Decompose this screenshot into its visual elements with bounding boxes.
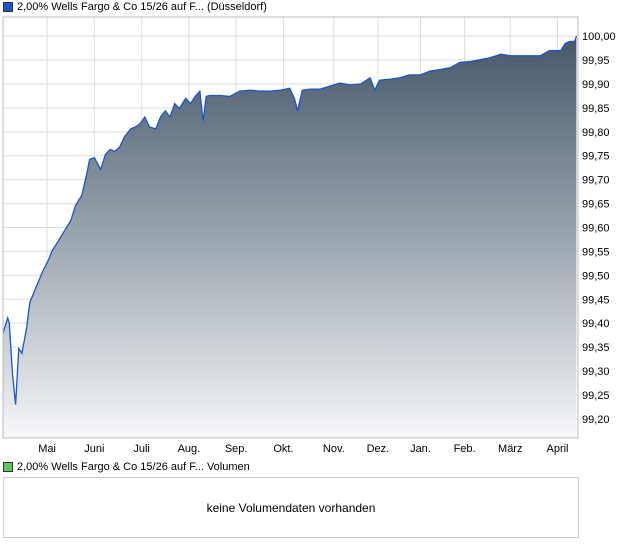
chart-widget: 2,00% Wells Fargo & Co 15/26 auf F... (D… bbox=[0, 0, 620, 546]
y-tick-label: 99,80 bbox=[582, 127, 610, 139]
price-chart: 100,00 99,95 99,90 99,85 99,80 99,75 99,70 99,6… bbox=[2, 16, 616, 455]
y-tick-label: 99,55 bbox=[582, 246, 610, 258]
volume-panel: keine Volumendaten vorhanden bbox=[3, 477, 579, 538]
y-tick-label: 99,95 bbox=[582, 55, 610, 67]
x-tick-label: März bbox=[498, 443, 522, 455]
y-tick-label: 99,65 bbox=[582, 199, 610, 211]
volume-legend-swatch bbox=[3, 462, 13, 472]
x-tick-label: Juli bbox=[133, 443, 150, 455]
y-tick-label: 99,45 bbox=[582, 294, 610, 306]
x-tick-label: Jan. bbox=[410, 443, 431, 455]
x-tick-label: Mai bbox=[38, 443, 56, 455]
y-tick-label: 99,40 bbox=[582, 318, 610, 330]
y-tick-label: 99,50 bbox=[582, 270, 610, 282]
y-tick-label: 100,00 bbox=[582, 31, 616, 43]
x-tick-label: Juni bbox=[84, 443, 104, 455]
x-tick-label: Dez. bbox=[367, 443, 390, 455]
y-tick-label: 99,30 bbox=[582, 366, 610, 378]
x-tick-label: Aug. bbox=[178, 443, 201, 455]
y-tick-label: 99,35 bbox=[582, 342, 610, 354]
volume-legend-label: 2,00% Wells Fargo & Co 15/26 auf F... Vo… bbox=[17, 461, 250, 473]
x-tick-label: Okt. bbox=[273, 443, 293, 455]
y-tick-label: 99,85 bbox=[582, 103, 610, 115]
volume-legend: 2,00% Wells Fargo & Co 15/26 auf F... Vo… bbox=[3, 461, 250, 473]
price-area bbox=[3, 36, 577, 438]
y-tick-label: 99,25 bbox=[582, 390, 610, 402]
y-tick-label: 99,75 bbox=[582, 151, 610, 163]
x-tick-label: Feb. bbox=[454, 443, 476, 455]
y-tick-label: 99,70 bbox=[582, 175, 610, 187]
x-tick-label: April bbox=[547, 443, 569, 455]
x-tick-label: Sep. bbox=[225, 443, 248, 455]
y-tick-label: 99,90 bbox=[582, 79, 610, 91]
x-tick-label: Nov. bbox=[323, 443, 345, 455]
y-tick-label: 99,20 bbox=[582, 414, 610, 426]
y-tick-label: 99,60 bbox=[582, 223, 610, 235]
no-volume-message: keine Volumendaten vorhanden bbox=[206, 500, 376, 515]
